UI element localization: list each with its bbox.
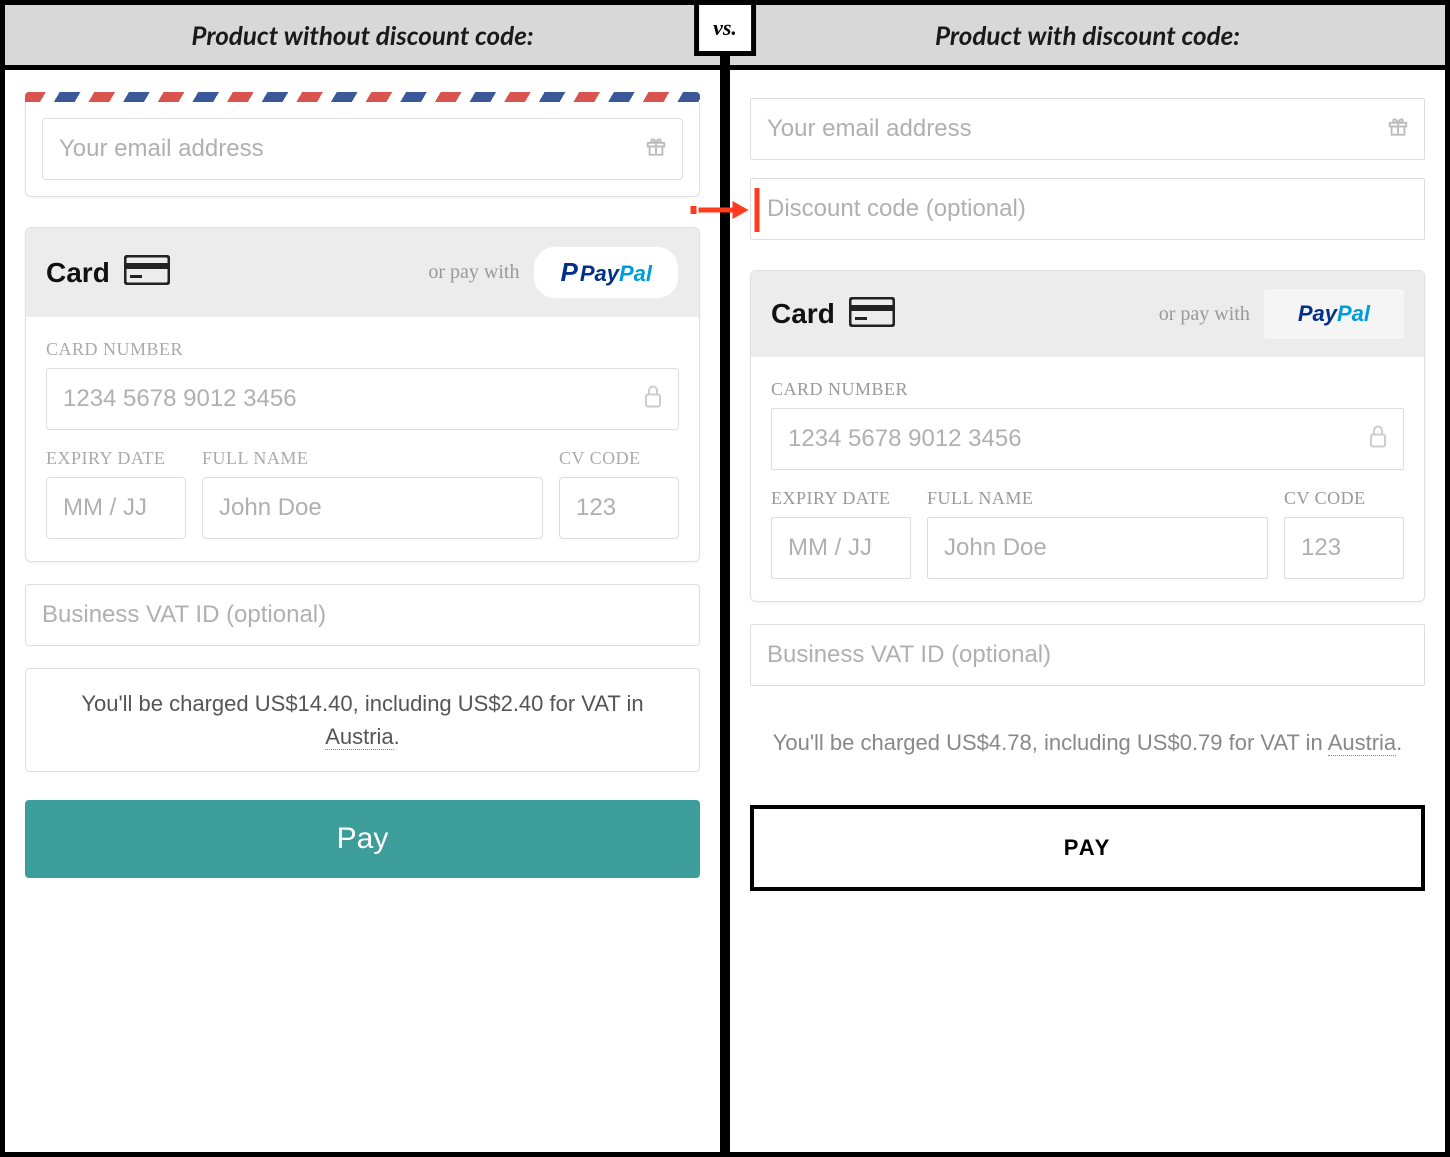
- credit-card-icon: [124, 255, 170, 290]
- pay-button[interactable]: PAY: [750, 805, 1425, 891]
- fullname-input[interactable]: [202, 477, 543, 539]
- or-pay-with-label: or pay with: [1159, 303, 1250, 326]
- card-number-input[interactable]: [771, 408, 1404, 470]
- card-number-input[interactable]: [46, 368, 679, 430]
- vs-badge: vs.: [694, 0, 756, 56]
- card-tab-label: Card: [771, 298, 835, 330]
- email-input[interactable]: [750, 98, 1425, 160]
- expiry-input[interactable]: [46, 477, 186, 539]
- card-tab-label: Card: [46, 257, 110, 289]
- left-panel: Product without discount code: Card o: [0, 0, 725, 1157]
- fullname-label: FULL NAME: [202, 448, 543, 469]
- cv-input[interactable]: [1284, 517, 1404, 579]
- expiry-label: EXPIRY DATE: [46, 448, 186, 469]
- vat-input[interactable]: [750, 624, 1425, 686]
- vat-country[interactable]: Austria: [325, 724, 393, 750]
- charge-summary: You'll be charged US$14.40, including US…: [25, 668, 700, 772]
- right-panel: Product with discount code: Card or pay …: [725, 0, 1450, 1157]
- card-number-label: CARD NUMBER: [771, 379, 1404, 400]
- comparison-container: vs. Product without discount code:: [0, 0, 1450, 1157]
- vat-country[interactable]: Austria: [1328, 730, 1396, 756]
- email-input[interactable]: [42, 118, 683, 180]
- charge-summary: You'll be charged US$4.78, including US$…: [750, 708, 1425, 777]
- cv-label: CV CODE: [1284, 488, 1404, 509]
- airmail-stripe: [25, 92, 700, 102]
- card-number-label: CARD NUMBER: [46, 339, 679, 360]
- fullname-label: FULL NAME: [927, 488, 1268, 509]
- right-header: Product with discount code:: [730, 5, 1445, 70]
- cv-input[interactable]: [559, 477, 679, 539]
- payment-card: Card or pay with PayPal CARD NUMBER: [750, 270, 1425, 602]
- fullname-input[interactable]: [927, 517, 1268, 579]
- discount-code-input[interactable]: [750, 178, 1425, 240]
- discount-arrow: [691, 188, 760, 232]
- expiry-input[interactable]: [771, 517, 911, 579]
- expiry-label: EXPIRY DATE: [771, 488, 911, 509]
- paypal-button[interactable]: PPayPal: [533, 246, 679, 299]
- left-header: Product without discount code:: [5, 5, 720, 70]
- cv-label: CV CODE: [559, 448, 679, 469]
- vat-input[interactable]: [25, 584, 700, 646]
- pay-button[interactable]: Pay: [25, 800, 700, 878]
- credit-card-icon: [849, 297, 895, 332]
- or-pay-with-label: or pay with: [428, 261, 519, 284]
- paypal-button[interactable]: PayPal: [1264, 289, 1404, 339]
- payment-card: Card or pay with PPayPal CARD NUMBER: [25, 227, 700, 562]
